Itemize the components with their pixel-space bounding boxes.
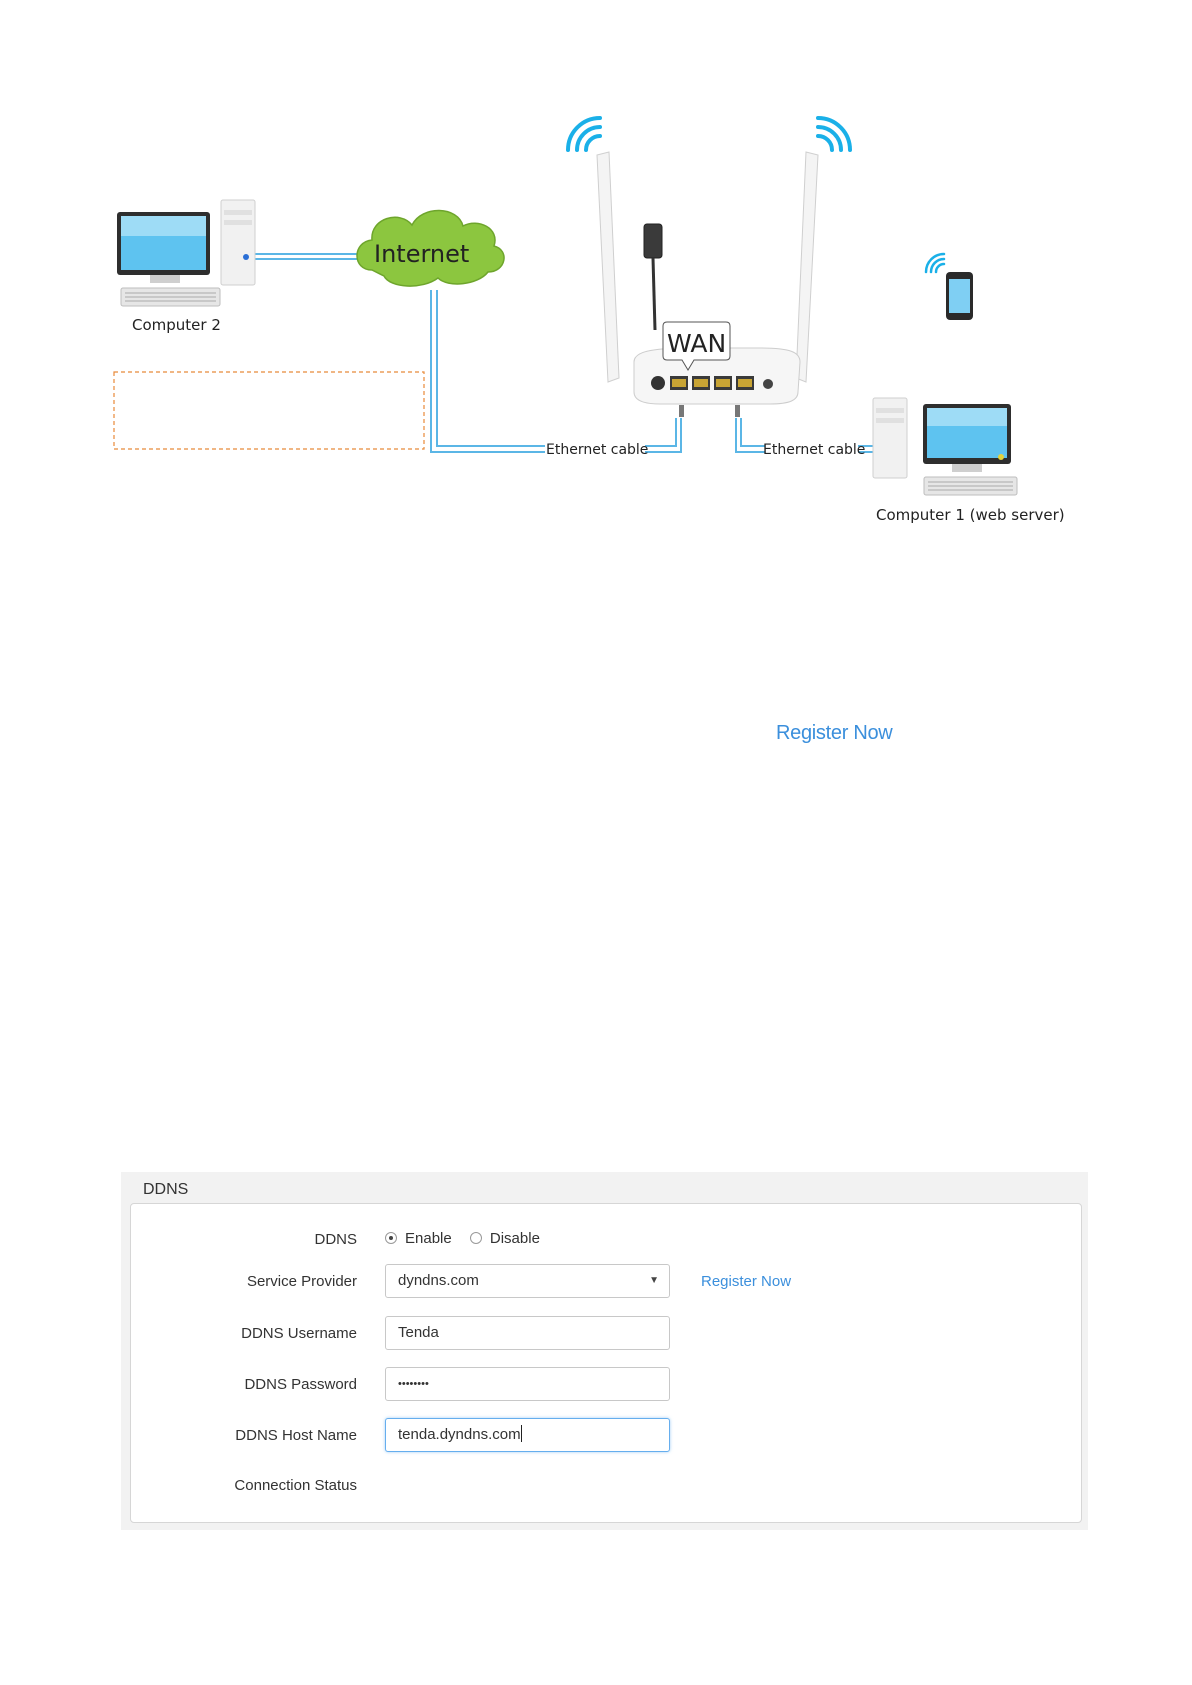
cable-right-label: Ethernet cable [763, 442, 865, 458]
password-label: DDNS Password [244, 1376, 357, 1393]
register-now-link[interactable]: Register Now [701, 1273, 791, 1290]
wifi-signal-phone-icon [924, 252, 946, 274]
service-provider-value: dyndns.com [398, 1272, 479, 1289]
internet-label: Internet [374, 240, 469, 268]
hostname-label: DDNS Host Name [235, 1427, 357, 1444]
network-diagram: Computer 2 Internet WAN Ethernet cable E… [113, 116, 1065, 524]
password-input[interactable]: •••••••• [385, 1367, 670, 1401]
service-provider-row: Service Provider dyndns.com ▼ Register N… [131, 1264, 1081, 1300]
connection-status-row: Connection Status [131, 1468, 1081, 1504]
computer-1-icon [872, 397, 1018, 496]
ddns-radio-group: Enable Disable [385, 1230, 554, 1247]
panel-title: DDNS [143, 1181, 189, 1198]
panel-body: DDNS Enable Disable Service Provider dyn… [130, 1203, 1082, 1523]
computer-2-label: Computer 2 [132, 316, 221, 334]
service-provider-select[interactable]: dyndns.com ▼ [385, 1264, 670, 1298]
username-row: DDNS Username Tenda [131, 1316, 1081, 1352]
text-caret [520, 1425, 522, 1442]
register-now-link-large[interactable]: Register Now [776, 722, 893, 745]
hostname-input[interactable]: tenda.dyndns.com [385, 1418, 670, 1452]
wan-label: WAN [667, 329, 726, 358]
ddns-settings-panel: DDNS DDNS Enable Disable Service Provide… [121, 1172, 1088, 1530]
hostname-value: tenda.dyndns.com [398, 1426, 521, 1443]
ddns-row: DDNS Enable Disable [131, 1222, 1081, 1258]
dropdown-arrow-icon: ▼ [649, 1275, 659, 1286]
smartphone-icon [946, 272, 973, 320]
wifi-signal-left-icon [566, 116, 602, 152]
wifi-signal-right-icon [816, 116, 852, 152]
username-value: Tenda [398, 1324, 439, 1341]
password-row: DDNS Password •••••••• [131, 1367, 1081, 1403]
hostname-row: DDNS Host Name tenda.dyndns.com [131, 1418, 1081, 1454]
ddns-label: DDNS [314, 1231, 357, 1248]
disable-radio[interactable] [469, 1232, 482, 1244]
connection-status-label: Connection Status [234, 1477, 357, 1494]
cable-left-label: Ethernet cable [546, 442, 648, 458]
router-icon [596, 151, 819, 417]
username-label: DDNS Username [241, 1325, 357, 1342]
computer-1-label: Computer 1 (web server) [876, 506, 1065, 524]
computer-2-icon [117, 199, 256, 307]
service-provider-label: Service Provider [246, 1273, 357, 1290]
enable-label: Enable [405, 1230, 452, 1247]
enable-radio[interactable] [385, 1232, 397, 1244]
username-input[interactable]: Tenda [385, 1316, 670, 1350]
password-value: •••••••• [398, 1378, 429, 1390]
power-adapter-icon [643, 223, 663, 331]
dashed-annotation-box [113, 371, 425, 450]
disable-label: Disable [489, 1230, 540, 1247]
